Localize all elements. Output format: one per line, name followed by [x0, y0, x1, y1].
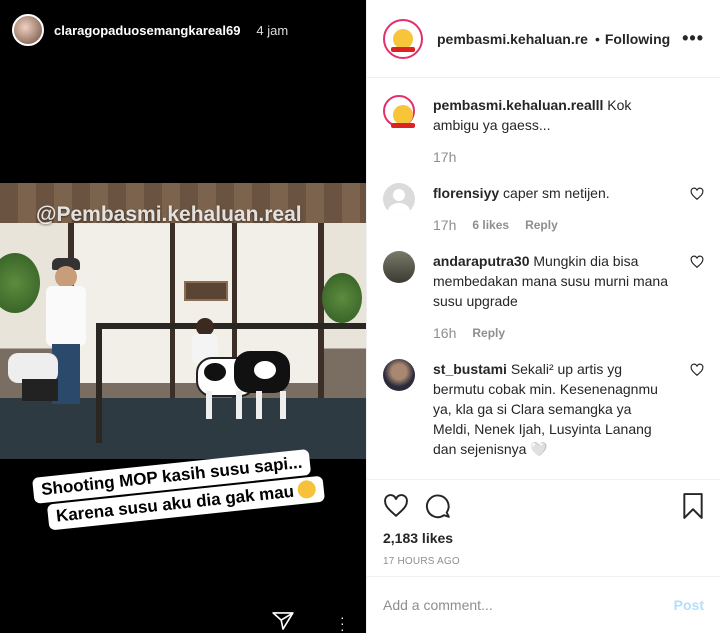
- comment-username[interactable]: andaraputra30: [433, 253, 529, 269]
- rail: [96, 323, 102, 443]
- post-panel: pembasmi.kehaluan.re • Following ••• pem…: [366, 0, 720, 633]
- story-header: claragopaduosemangkareal69 4 jam: [12, 14, 288, 46]
- comment-meta: 16h Reply: [433, 323, 669, 343]
- comment-avatar[interactable]: [383, 95, 415, 128]
- reply-button[interactable]: Reply: [472, 323, 505, 343]
- like-icon[interactable]: [383, 493, 409, 519]
- pants: [22, 379, 58, 401]
- post: [318, 223, 324, 398]
- tree: [322, 273, 362, 323]
- post-actions: 2,183 likes 17 HOURS AGO: [367, 479, 720, 567]
- comment-time[interactable]: 17h: [433, 215, 456, 235]
- action-icons: [383, 486, 704, 526]
- rail: [96, 323, 366, 329]
- like-comment-icon[interactable]: [690, 187, 704, 201]
- more-vertical-icon[interactable]: · · ·: [340, 610, 345, 633]
- comment-avatar[interactable]: [383, 251, 415, 283]
- comment-body: st_bustami Sekali² up artis yg bermutu c…: [433, 359, 669, 459]
- post-timestamp[interactable]: 17 HOURS AGO: [383, 556, 704, 567]
- tree: [0, 253, 40, 313]
- shirt: [46, 286, 86, 346]
- comment-username[interactable]: pembasmi.kehaluan.realll: [433, 97, 603, 113]
- account-avatar[interactable]: [383, 18, 423, 59]
- comment: st_bustami Sekali² up artis yg bermutu c…: [383, 359, 704, 459]
- comment-text: caper sm netijen.: [503, 185, 610, 201]
- comment-time[interactable]: 17h: [433, 147, 456, 167]
- comment-icon[interactable]: [425, 493, 451, 519]
- comment-likes[interactable]: 6 likes: [472, 215, 509, 235]
- calves: [196, 351, 292, 421]
- story-avatar[interactable]: [12, 14, 44, 46]
- leg: [280, 391, 286, 419]
- like-count[interactable]: 2,183 likes: [383, 530, 704, 546]
- story-username[interactable]: claragopaduosemangkareal69: [54, 23, 240, 38]
- comment-body: andaraputra30 Mungkin dia bisa membedaka…: [433, 251, 669, 343]
- comment: florensiyy caper sm netijen. 17h 6 likes…: [383, 183, 704, 235]
- leg: [256, 391, 262, 419]
- comment-body: florensiyy caper sm netijen. 17h 6 likes…: [433, 183, 669, 235]
- send-icon[interactable]: [271, 612, 295, 630]
- comment-time[interactable]: 16h: [433, 323, 456, 343]
- comment-input[interactable]: [383, 597, 674, 613]
- header-username[interactable]: pembasmi.kehaluan.re: [437, 31, 588, 47]
- comment-meta: 17h 6 likes Reply: [433, 215, 669, 235]
- spot: [254, 361, 276, 379]
- comment: andaraputra30 Mungkin dia bisa membedaka…: [383, 251, 704, 343]
- post-header: pembasmi.kehaluan.re • Following •••: [367, 0, 720, 78]
- reply-button[interactable]: Reply: [525, 215, 558, 235]
- comment-composer: Post: [367, 576, 720, 633]
- story-viewer: claragopaduosemangkareal69 4 jam @Pembas…: [0, 0, 366, 633]
- like-comment-icon[interactable]: [690, 363, 704, 377]
- like-comment-icon[interactable]: [690, 255, 704, 269]
- comment-username[interactable]: st_bustami: [433, 361, 507, 377]
- caption-comment: pembasmi.kehaluan.realll Kok ambigu ya g…: [383, 95, 704, 167]
- comment-avatar[interactable]: [383, 359, 415, 391]
- barn-sign: [184, 281, 228, 301]
- leg: [206, 391, 212, 419]
- separator-dot: •: [594, 30, 600, 47]
- following-button[interactable]: Following: [605, 31, 670, 47]
- comment-meta: 17h: [433, 147, 669, 167]
- story-photo: @Pembasmi.kehaluan.real: [0, 183, 366, 459]
- comment-username[interactable]: florensiyy: [433, 185, 499, 201]
- spot: [204, 363, 226, 381]
- comment-avatar[interactable]: [383, 183, 415, 215]
- more-options-icon[interactable]: •••: [682, 28, 704, 49]
- story-time: 4 jam: [256, 22, 289, 38]
- post: [170, 223, 175, 398]
- head: [55, 266, 77, 288]
- crying-emoji-icon: [296, 479, 317, 500]
- watermark: @Pembasmi.kehaluan.real: [36, 203, 302, 226]
- leg: [236, 391, 242, 419]
- post-button[interactable]: Post: [674, 597, 704, 613]
- bookmark-icon[interactable]: [682, 493, 704, 519]
- comment-list: pembasmi.kehaluan.realll Kok ambigu ya g…: [367, 79, 720, 479]
- comment-body: pembasmi.kehaluan.realll Kok ambigu ya g…: [433, 95, 669, 167]
- crouching-person: [8, 353, 68, 403]
- story-caption: Shooting MOP kasih susu sapi... Karena s…: [32, 448, 326, 534]
